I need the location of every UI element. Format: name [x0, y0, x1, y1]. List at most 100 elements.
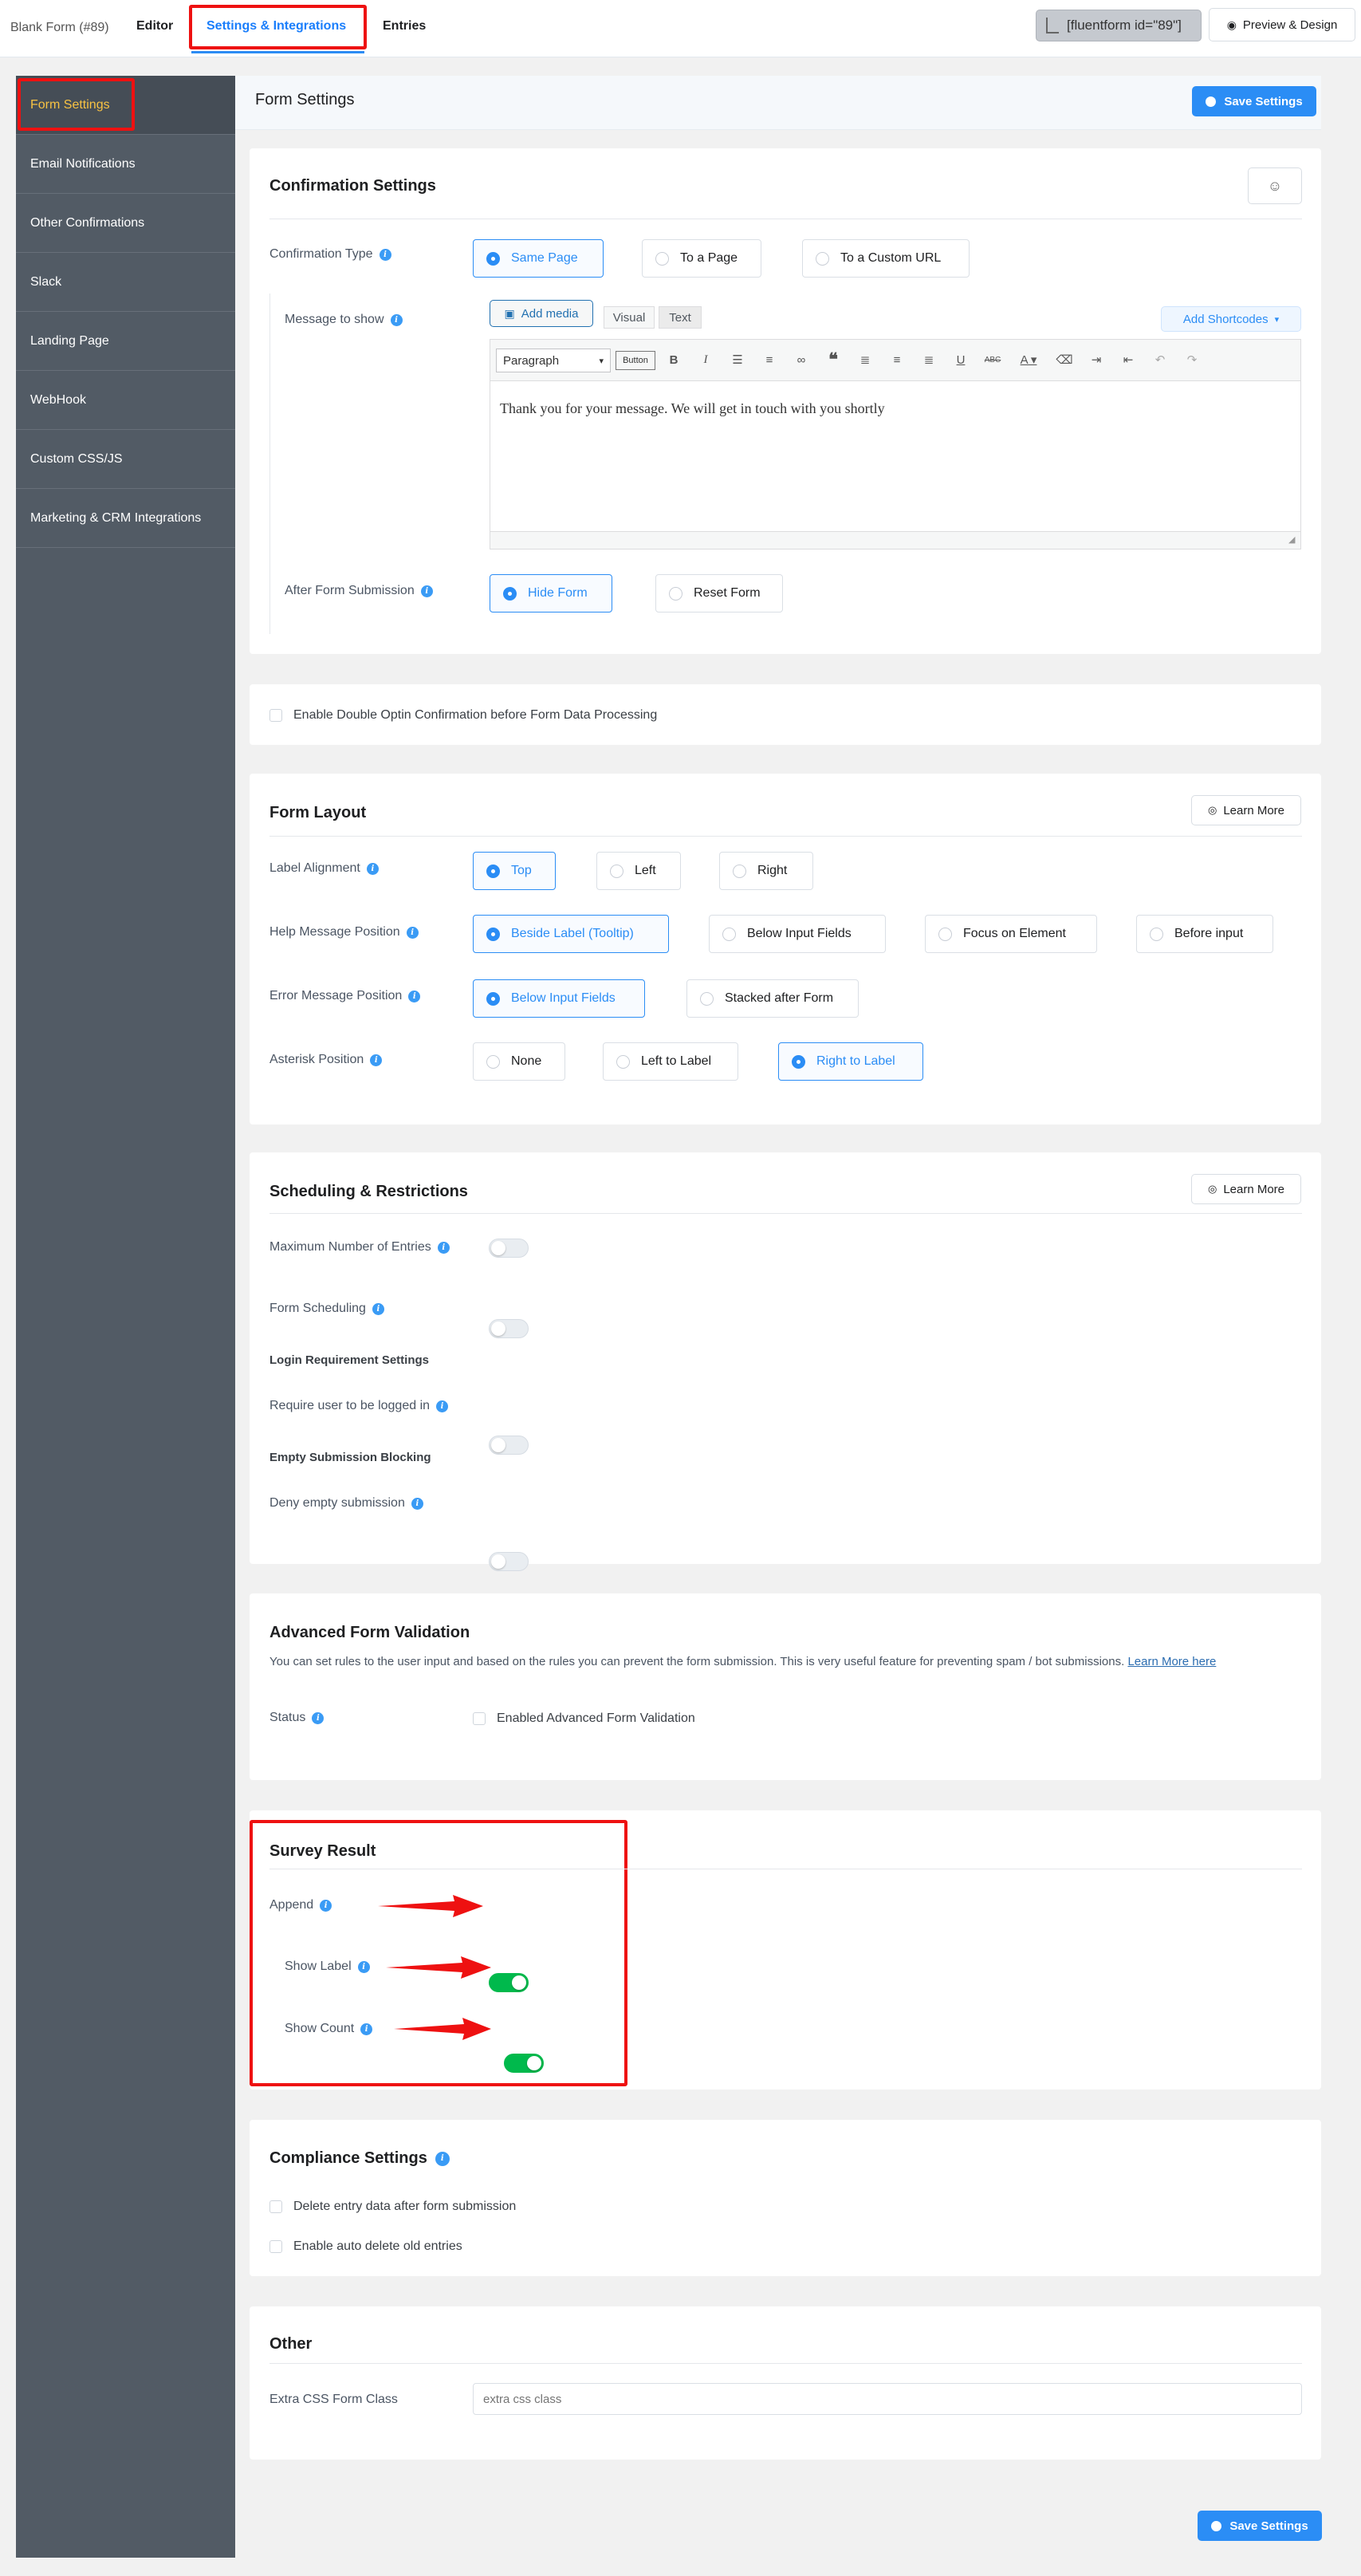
checkbox[interactable] [269, 2200, 282, 2213]
preview-label: Preview & Design [1242, 18, 1338, 32]
delete-entry-checkbox[interactable]: Delete entry data after form submission [269, 2200, 516, 2214]
form-scheduling-toggle[interactable] [489, 1319, 529, 1338]
info-icon[interactable]: i [370, 1054, 383, 1066]
checkbox[interactable] [269, 2240, 282, 2253]
sidebar-item-slack[interactable]: Slack [16, 253, 235, 312]
learn-more-link[interactable]: Learn More here [1127, 1655, 1216, 1668]
info-icon[interactable]: i [390, 313, 403, 326]
tab-text[interactable]: Text [659, 306, 702, 329]
radio-asterisk-none[interactable]: None [473, 1042, 565, 1081]
add-shortcodes-button[interactable]: Add Shortcodes ▾ [1161, 306, 1301, 332]
align-right-icon[interactable]: ≣ [917, 348, 941, 372]
outdent-icon[interactable]: ⇤ [1116, 348, 1140, 372]
sidebar-item-marketing-crm[interactable]: Marketing & CRM Integrations [16, 489, 235, 548]
radio-same-page[interactable]: Same Page [473, 239, 604, 278]
radio-before-input[interactable]: Before input [1136, 915, 1273, 953]
align-center-icon[interactable]: ≡ [885, 348, 909, 372]
radio-label: None [511, 1054, 542, 1068]
radio-label: Same Page [511, 251, 578, 265]
radio-right[interactable]: Right [719, 852, 813, 890]
tab-visual[interactable]: Visual [604, 306, 655, 329]
sidebar-item-other-confirmations[interactable]: Other Confirmations [16, 194, 235, 253]
checkbox[interactable] [269, 709, 282, 722]
undo-icon[interactable]: ↶ [1148, 348, 1172, 372]
radio-left-to-label[interactable]: Left to Label [603, 1042, 738, 1081]
underline-icon[interactable]: U [949, 348, 973, 372]
tab-entries[interactable]: Entries [383, 19, 426, 33]
info-icon[interactable]: i [420, 585, 433, 597]
sidebar-item-custom-css-js[interactable]: Custom CSS/JS [16, 430, 235, 489]
globe-icon: ◎ [1207, 804, 1217, 816]
radio-beside-label[interactable]: Beside Label (Tooltip) [473, 915, 669, 953]
eraser-icon[interactable]: ⌫ [1052, 348, 1076, 372]
numbered-list-icon[interactable]: ≡ [757, 348, 781, 372]
info-icon[interactable]: i [360, 2023, 373, 2035]
radio-left[interactable]: Left [596, 852, 681, 890]
learn-more-button[interactable]: ◎ Learn More [1191, 1174, 1301, 1204]
advanced-validation-checkbox[interactable]: Enabled Advanced Form Validation [473, 1711, 695, 1726]
message-label: Message to show i [285, 313, 403, 327]
sidebar-item-email-notifications[interactable]: Email Notifications [16, 135, 235, 194]
redo-icon[interactable]: ↷ [1180, 348, 1204, 372]
auto-delete-checkbox[interactable]: Enable auto delete old entries [269, 2239, 462, 2254]
deny-empty-toggle[interactable] [489, 1552, 529, 1571]
radio-reset-form[interactable]: Reset Form [655, 574, 783, 612]
radio-top[interactable]: Top [473, 852, 556, 890]
radio-custom-url[interactable]: To a Custom URL [802, 239, 970, 278]
radio-below-input[interactable]: Below Input Fields [709, 915, 886, 953]
info-icon[interactable]: i [408, 990, 421, 1002]
save-settings-button-bottom[interactable]: Save Settings [1198, 2511, 1322, 2541]
tab-settings-integrations[interactable]: Settings & Integrations [207, 19, 346, 33]
extra-css-input[interactable] [473, 2383, 1302, 2415]
indent-icon[interactable]: ⇥ [1084, 348, 1108, 372]
info-icon[interactable]: i [406, 926, 419, 939]
info-icon[interactable]: i [437, 1241, 450, 1254]
show-label-toggle[interactable] [504, 2054, 544, 2073]
preview-design-button[interactable]: ◉ Preview & Design [1209, 8, 1355, 41]
message-content[interactable]: Thank you for your message. We will get … [500, 400, 885, 417]
radio-error-below[interactable]: Below Input Fields [473, 979, 645, 1018]
bullet-list-icon[interactable]: ☰ [726, 348, 749, 372]
add-media-button[interactable]: ▣ Add media [490, 300, 593, 327]
info-icon[interactable]: i [357, 1960, 370, 1973]
radio-right-to-label[interactable]: Right to Label [778, 1042, 923, 1081]
max-entries-toggle[interactable] [489, 1239, 529, 1258]
append-toggle[interactable] [489, 1973, 529, 1992]
strikethrough-icon[interactable]: ABC [981, 348, 1005, 372]
info-icon[interactable]: i [411, 1497, 423, 1510]
sidebar-item-label: WebHook [30, 392, 86, 407]
info-icon[interactable]: i [320, 1899, 332, 1912]
radio-stacked-after[interactable]: Stacked after Form [686, 979, 859, 1018]
sidebar-item-label: Marketing & CRM Integrations [30, 510, 202, 525]
editor-button-tool[interactable]: Button [616, 351, 655, 370]
info-icon[interactable]: i [435, 2151, 450, 2166]
shortcode-text: [fluentform id="89"] [1067, 18, 1182, 33]
bold-icon[interactable]: B [662, 348, 686, 372]
save-settings-button-top[interactable]: Save Settings [1192, 86, 1316, 116]
text-color-icon[interactable]: A ▾ [1013, 348, 1044, 372]
smiley-button[interactable]: ☺ [1248, 167, 1302, 204]
tab-editor[interactable]: Editor [136, 19, 173, 33]
radio-to-a-page[interactable]: To a Page [642, 239, 761, 278]
quote-icon[interactable]: ❝ [821, 348, 845, 372]
double-optin-checkbox[interactable]: Enable Double Optin Confirmation before … [269, 708, 657, 723]
sidebar-item-webhook[interactable]: WebHook [16, 371, 235, 430]
resize-handle-icon[interactable]: ◢ [1288, 534, 1295, 545]
link-icon[interactable]: ∞ [789, 348, 813, 372]
radio-hide-form[interactable]: Hide Form [490, 574, 612, 612]
info-icon[interactable]: i [436, 1400, 449, 1412]
label-text: Message to show [285, 313, 384, 326]
radio-focus-element[interactable]: Focus on Element [925, 915, 1097, 953]
info-icon[interactable]: i [379, 248, 391, 261]
learn-more-button[interactable]: ◎ Learn More [1191, 795, 1301, 825]
paragraph-select[interactable]: Paragraph ▾ [496, 349, 611, 372]
require-login-toggle[interactable] [489, 1436, 529, 1455]
shortcode-copy[interactable]: [fluentform id="89"] [1036, 10, 1202, 41]
info-icon[interactable]: i [372, 1302, 384, 1315]
info-icon[interactable]: i [312, 1711, 325, 1724]
italic-icon[interactable]: I [694, 348, 718, 372]
sidebar-item-landing-page[interactable]: Landing Page [16, 312, 235, 371]
info-icon[interactable]: i [366, 862, 379, 875]
checkbox[interactable] [473, 1712, 486, 1725]
align-left-icon[interactable]: ≣ [853, 348, 877, 372]
